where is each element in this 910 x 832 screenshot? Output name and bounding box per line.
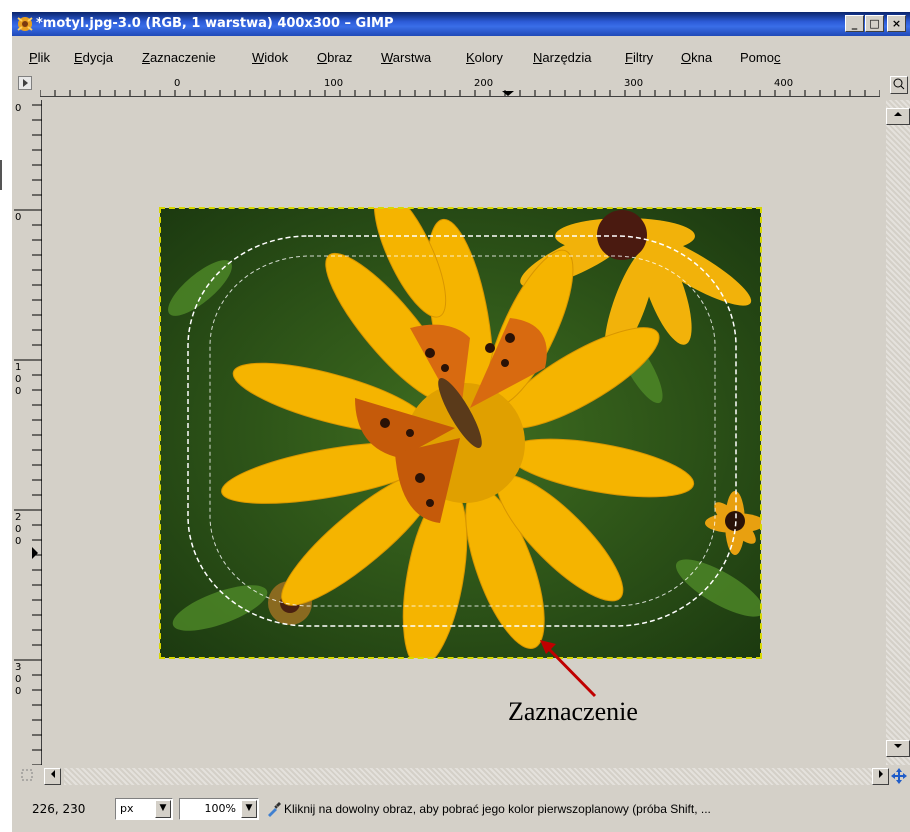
pointer-marker-icon xyxy=(32,547,38,559)
move-cross-icon xyxy=(891,768,907,784)
vruler-label-300-c: 0 xyxy=(15,686,21,697)
horizontal-ruler[interactable]: 0 100 200 300 400 xyxy=(39,76,881,97)
color-picker-icon xyxy=(268,802,281,817)
vruler-label-200-b: 0 xyxy=(15,524,21,535)
menu-plik[interactable]: Plik xyxy=(29,50,50,65)
horizontal-ruler-ticks: 0 100 200 300 400 xyxy=(39,78,881,96)
image-canvas[interactable] xyxy=(159,207,762,659)
navigate-button[interactable] xyxy=(890,76,908,94)
menu-okna[interactable]: Okna xyxy=(681,50,712,65)
hruler-label-0: 0 xyxy=(174,78,180,89)
hruler-label-200: 200 xyxy=(474,78,493,89)
hruler-label-400: 400 xyxy=(774,78,793,89)
horizontal-scroll-track[interactable] xyxy=(64,768,872,785)
menu-kolory[interactable]: Kolory xyxy=(466,50,503,65)
vertical-ruler[interactable]: 0 0 1 0 0 2 0 0 3 0 0 xyxy=(12,100,42,766)
menu-filtry[interactable]: Filtry xyxy=(625,50,653,65)
ruler-row: 0 100 200 300 400 xyxy=(12,72,910,100)
vertical-scroll-track[interactable] xyxy=(886,100,910,765)
menu-widok[interactable]: Widok xyxy=(252,50,288,65)
status-bar: 226, 230 px ▼ 100% ▼ Kliknij na dowolny … xyxy=(12,787,910,832)
vruler-label-300-a: 3 xyxy=(15,662,21,673)
menu-zaznaczenie[interactable]: Zaznaczenie xyxy=(142,50,216,65)
vruler-label-100-a: 1 xyxy=(15,362,21,373)
hruler-label-100: 100 xyxy=(324,78,343,89)
horizontal-scrollbar[interactable] xyxy=(12,765,910,787)
scroll-right-button[interactable] xyxy=(872,768,889,785)
menu-edycja[interactable]: Edycja xyxy=(74,50,113,65)
menu-bar: Plik Edycja Zaznaczenie Widok Obraz Wars… xyxy=(12,36,910,72)
close-button[interactable]: × xyxy=(887,15,906,32)
scroll-up-button[interactable] xyxy=(886,108,910,125)
menu-obraz[interactable]: Obraz xyxy=(317,50,352,65)
quick-mask-toggle-button[interactable] xyxy=(18,76,32,90)
vruler-label-200-c: 0 xyxy=(15,536,21,547)
zoom-select[interactable]: 100% ▼ xyxy=(179,798,259,820)
selection-toggle-button[interactable] xyxy=(18,768,35,785)
arrow-right-icon xyxy=(878,770,883,778)
window-edge-mark xyxy=(0,160,2,190)
vruler-label-200-a: 2 xyxy=(15,512,21,523)
minimize-button[interactable]: _ xyxy=(845,15,864,32)
hruler-label-300: 300 xyxy=(624,78,643,89)
title-bar: *motyl.jpg-3.0 (RGB, 1 warstwa) 400x300 … xyxy=(12,12,910,36)
status-message: Kliknij na dowolny obraz, aby pobrać jeg… xyxy=(284,802,711,816)
play-icon xyxy=(23,79,28,87)
annotation-label: Zaznaczenie xyxy=(508,697,638,726)
pointer-coordinates: 226, 230 xyxy=(32,802,86,816)
unit-select-value: px xyxy=(120,802,134,815)
scroll-down-button[interactable] xyxy=(886,740,910,757)
vruler-label-100-c: 0 xyxy=(15,386,21,397)
arrow-up-icon xyxy=(894,112,902,116)
chevron-down-icon: ▼ xyxy=(241,800,257,818)
chevron-down-icon: ▼ xyxy=(155,800,171,818)
zoom-select-value: 100% xyxy=(204,802,236,815)
vruler-label-300-b: 0 xyxy=(15,674,21,685)
vruler-label-top: 0 xyxy=(15,103,21,114)
dotted-square-icon xyxy=(21,769,32,781)
vertical-ruler-ticks: 0 0 1 0 0 2 0 0 3 0 0 xyxy=(14,103,42,766)
menu-pomoc[interactable]: Pomoc xyxy=(740,50,780,65)
maximize-button[interactable]: □ xyxy=(865,15,884,32)
menu-narzedzia[interactable]: Narzędzia xyxy=(533,50,592,65)
vruler-label-0: 0 xyxy=(15,212,21,223)
gimp-app-icon xyxy=(17,17,33,31)
window-title: *motyl.jpg-3.0 (RGB, 1 warstwa) 400x300 … xyxy=(36,16,394,31)
navigation-cross-button[interactable] xyxy=(890,767,908,785)
unit-select[interactable]: px ▼ xyxy=(115,798,173,820)
flower-center-right xyxy=(597,210,647,260)
vertical-scrollbar[interactable] xyxy=(876,100,910,765)
zoom-navigate-icon xyxy=(893,78,905,90)
vruler-label-100-b: 0 xyxy=(15,374,21,385)
arrow-left-icon xyxy=(50,770,55,778)
scroll-left-button[interactable] xyxy=(44,768,61,785)
arrow-down-icon xyxy=(894,744,902,748)
menu-warstwa[interactable]: Warstwa xyxy=(381,50,431,65)
pointer-marker-icon xyxy=(502,91,514,96)
